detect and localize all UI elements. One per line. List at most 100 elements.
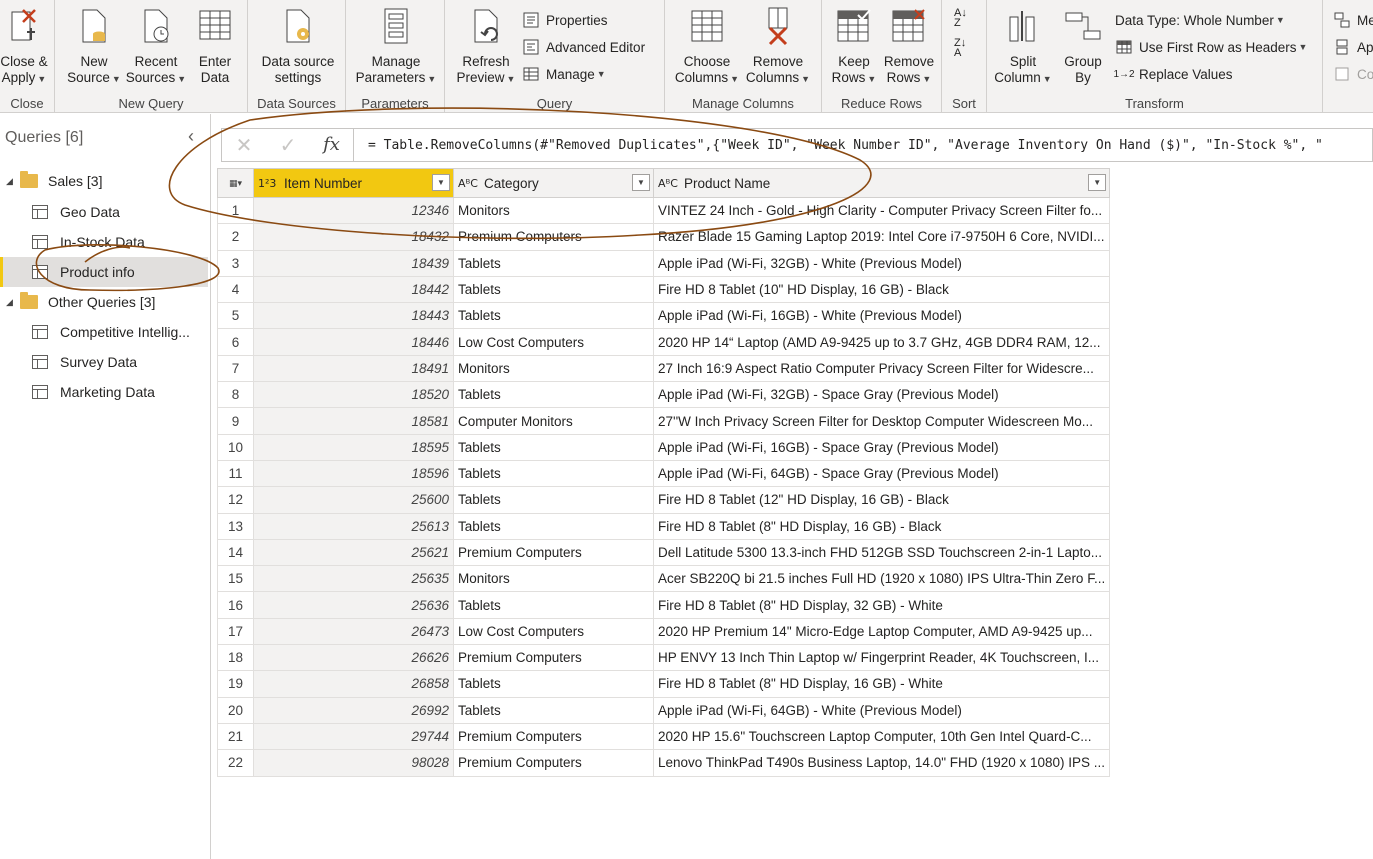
product-name-cell[interactable]: Razer Blade 15 Gaming Laptop 2019: Intel… bbox=[652, 223, 1111, 251]
row-number-cell[interactable]: 21 bbox=[217, 722, 254, 751]
manage-parameters-button[interactable]: Manage Parameters ▼ bbox=[354, 4, 438, 87]
product-name-cell[interactable]: Apple iPad (Wi-Fi, 64GB) - Space Gray (P… bbox=[652, 459, 1111, 488]
category-cell[interactable]: Tablets bbox=[453, 591, 654, 619]
category-cell[interactable]: Low Cost Computers bbox=[453, 328, 654, 356]
table-row[interactable]: 8 18520 Tablets Apple iPad (Wi-Fi, 32GB) - … bbox=[217, 381, 1111, 409]
replace-values-button[interactable]: 1→2 Replace Values bbox=[1113, 64, 1232, 84]
row-number-cell[interactable]: 13 bbox=[217, 512, 254, 540]
query-item-survey-data[interactable]: Survey Data bbox=[0, 347, 208, 377]
group-by-button[interactable]: Group By bbox=[1059, 4, 1107, 86]
query-group-sales[interactable]: ◢ Sales [3] bbox=[0, 167, 102, 195]
product-name-cell[interactable]: Lenovo ThinkPad T490s Business Laptop, 1… bbox=[652, 749, 1111, 777]
row-number-cell[interactable]: 2 bbox=[217, 223, 254, 251]
row-number-cell[interactable]: 19 bbox=[217, 670, 254, 698]
category-cell[interactable]: Premium Computers bbox=[453, 644, 654, 672]
item-number-cell[interactable]: 12346 bbox=[253, 196, 454, 225]
category-cell[interactable]: Computer Monitors bbox=[453, 407, 654, 435]
filter-dropdown-icon[interactable]: ▼ bbox=[1088, 174, 1107, 191]
query-item-product-info[interactable]: Product info bbox=[0, 257, 208, 287]
product-name-cell[interactable]: Apple iPad (Wi-Fi, 32GB) - White (Previo… bbox=[652, 249, 1111, 277]
row-number-cell[interactable]: 7 bbox=[217, 354, 254, 383]
item-number-cell[interactable]: 25613 bbox=[253, 512, 454, 540]
product-name-cell[interactable]: Fire HD 8 Tablet (8" HD Display, 16 GB) … bbox=[652, 512, 1111, 540]
cancel-formula-icon[interactable]: ✕ bbox=[222, 133, 266, 158]
table-row[interactable]: 1 12346 Monitors VINTEZ 24 Inch - Gold - Hi… bbox=[217, 196, 1111, 225]
remove-columns-button[interactable]: Remove Columns ▼ bbox=[743, 4, 813, 87]
table-row[interactable]: 12 25600 Tablets Fire HD 8 Tablet (12" HD D… bbox=[217, 486, 1111, 514]
column-header-category[interactable]: AᴮC Category ▼ bbox=[453, 168, 654, 198]
choose-columns-button[interactable]: Choose Columns ▼ bbox=[673, 4, 741, 87]
remove-rows-button[interactable]: Remove Rows ▼ bbox=[880, 4, 938, 87]
product-name-cell[interactable]: Apple iPad (Wi-Fi, 32GB) - Space Gray (P… bbox=[652, 381, 1111, 409]
table-row[interactable]: 16 25636 Tablets Fire HD 8 Tablet (8" HD Di… bbox=[217, 591, 1111, 619]
category-cell[interactable]: Tablets bbox=[453, 275, 654, 304]
filter-dropdown-icon[interactable]: ▼ bbox=[632, 174, 650, 191]
row-number-cell[interactable]: 17 bbox=[217, 617, 254, 646]
table-row[interactable]: 19 26858 Tablets Fire HD 8 Tablet (8" HD Di… bbox=[217, 670, 1111, 698]
row-number-cell[interactable]: 22 bbox=[217, 749, 254, 777]
category-cell[interactable]: Tablets bbox=[453, 381, 654, 409]
row-number-cell[interactable]: 15 bbox=[217, 565, 254, 593]
expand-triangle-icon[interactable]: ◢ bbox=[6, 176, 20, 187]
product-name-cell[interactable]: Apple iPad (Wi-Fi, 16GB) - White (Previo… bbox=[652, 302, 1111, 330]
item-number-cell[interactable]: 98028 bbox=[253, 749, 454, 777]
row-number-cell[interactable]: 10 bbox=[217, 433, 254, 461]
item-number-cell[interactable]: 18432 bbox=[253, 223, 454, 251]
data-source-settings-button[interactable]: Data source settings bbox=[256, 4, 340, 86]
item-number-cell[interactable]: 18439 bbox=[253, 249, 454, 277]
row-number-cell[interactable]: 8 bbox=[217, 381, 254, 409]
category-cell[interactable]: Low Cost Computers bbox=[453, 617, 654, 646]
product-name-cell[interactable]: 27''W Inch Privacy Screen Filter for Des… bbox=[652, 407, 1111, 435]
row-number-cell[interactable]: 1 bbox=[217, 196, 254, 225]
query-item-competitive-intelligence[interactable]: Competitive Intellig... bbox=[0, 317, 208, 347]
category-cell[interactable]: Tablets bbox=[453, 302, 654, 330]
product-name-cell[interactable]: Fire HD 8 Tablet (12" HD Display, 16 GB)… bbox=[652, 486, 1111, 514]
row-number-cell[interactable]: 12 bbox=[217, 486, 254, 514]
category-cell[interactable]: Tablets bbox=[453, 696, 654, 724]
row-number-cell[interactable]: 5 bbox=[217, 302, 254, 330]
text-type-icon[interactable]: AᴮC bbox=[658, 177, 684, 190]
whole-number-type-icon[interactable]: 1²3 bbox=[258, 177, 284, 190]
item-number-cell[interactable]: 26626 bbox=[253, 644, 454, 672]
product-name-cell[interactable]: Acer SB220Q bi 21.5 inches Full HD (1920… bbox=[652, 565, 1111, 593]
product-name-cell[interactable]: VINTEZ 24 Inch - Gold - High Clarity - C… bbox=[652, 196, 1111, 225]
combine-files-button[interactable]: Co bbox=[1333, 64, 1373, 84]
table-row[interactable]: 11 18596 Tablets Apple iPad (Wi-Fi, 64GB) -… bbox=[217, 459, 1111, 488]
product-name-cell[interactable]: Apple iPad (Wi-Fi, 64GB) - White (Previo… bbox=[652, 696, 1111, 724]
product-name-cell[interactable]: HP ENVY 13 Inch Thin Laptop w/ Fingerpri… bbox=[652, 644, 1111, 672]
category-cell[interactable]: Tablets bbox=[453, 486, 654, 514]
row-number-cell[interactable]: 9 bbox=[217, 407, 254, 435]
category-cell[interactable]: Premium Computers bbox=[453, 722, 654, 751]
use-first-row-headers-button[interactable]: Use First Row as Headers ▼ bbox=[1115, 37, 1307, 57]
product-name-cell[interactable]: Fire HD 8 Tablet (8" HD Display, 32 GB) … bbox=[652, 591, 1111, 619]
category-cell[interactable]: Monitors bbox=[453, 196, 654, 225]
item-number-cell[interactable]: 18446 bbox=[253, 328, 454, 356]
item-number-cell[interactable]: 18520 bbox=[253, 381, 454, 409]
row-number-cell[interactable]: 18 bbox=[217, 644, 254, 672]
keep-rows-button[interactable]: Keep Rows ▼ bbox=[828, 4, 880, 87]
advanced-editor-button[interactable]: Advanced Editor bbox=[522, 37, 645, 57]
row-number-cell[interactable]: 6 bbox=[217, 328, 254, 356]
table-row[interactable]: 10 18595 Tablets Apple iPad (Wi-Fi, 16GB) -… bbox=[217, 433, 1111, 461]
sort-descending-button[interactable]: Z↓ A bbox=[954, 38, 966, 59]
merge-queries-button[interactable]: Me bbox=[1333, 10, 1373, 30]
table-row[interactable]: 6 18446 Low Cost Computers 2020 HP 14“ Lapt… bbox=[217, 328, 1111, 356]
product-name-cell[interactable]: Fire HD 8 Tablet (10" HD Display, 16 GB)… bbox=[652, 275, 1111, 304]
new-source-button[interactable]: New Source ▼ bbox=[64, 4, 124, 87]
table-row[interactable]: 20 26992 Tablets Apple iPad (Wi-Fi, 64GB) -… bbox=[217, 696, 1111, 724]
row-number-cell[interactable]: 11 bbox=[217, 459, 254, 488]
query-item-in-stock-data[interactable]: In-Stock Data bbox=[0, 227, 208, 257]
query-item-geo-data[interactable]: Geo Data bbox=[0, 197, 208, 227]
sort-ascending-button[interactable]: A↓ Z bbox=[954, 8, 967, 29]
table-row[interactable]: 22 98028 Premium Computers Lenovo ThinkPad … bbox=[217, 749, 1111, 777]
append-queries-button[interactable]: Ap bbox=[1333, 37, 1373, 57]
item-number-cell[interactable]: 25635 bbox=[253, 565, 454, 593]
category-cell[interactable]: Monitors bbox=[453, 565, 654, 593]
item-number-cell[interactable]: 18443 bbox=[253, 302, 454, 330]
category-cell[interactable]: Tablets bbox=[453, 249, 654, 277]
item-number-cell[interactable]: 26992 bbox=[253, 696, 454, 724]
manage-button[interactable]: Manage ▼ bbox=[522, 64, 606, 84]
table-row[interactable]: 7 18491 Monitors 27 Inch 16:9 Aspect Ratio … bbox=[217, 354, 1111, 383]
row-number-cell[interactable]: 4 bbox=[217, 275, 254, 304]
query-item-marketing-data[interactable]: Marketing Data bbox=[0, 377, 208, 407]
